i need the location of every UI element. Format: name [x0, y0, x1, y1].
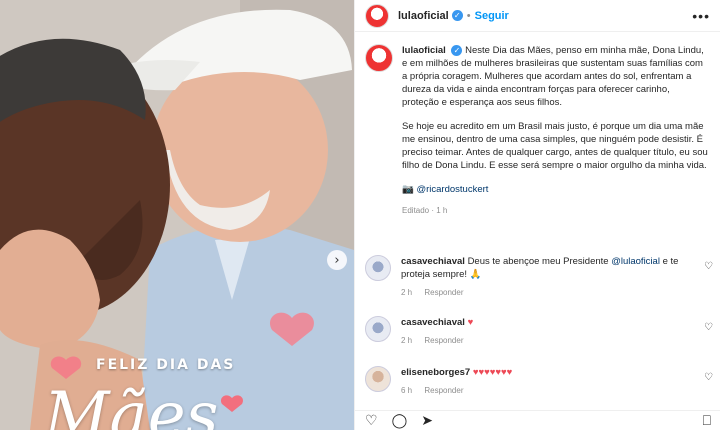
carousel-next-button[interactable]: › — [327, 250, 347, 270]
commenter-avatar[interactable] — [365, 366, 391, 392]
post-photo[interactable]: FELIZ DIA DAS Mães › — [0, 0, 354, 430]
post-header: lulaoficial ✓ • Seguir ••• — [355, 0, 720, 32]
commenter-username[interactable]: casavechiaval — [401, 317, 465, 328]
caption-paragraph-1: Neste Dia das Mães, penso em minha mãe, … — [402, 45, 704, 108]
comment-like-heart-icon[interactable]: ♡ — [704, 322, 713, 333]
comment-item: casavechiaval Deus te abençoe meu Presid… — [355, 255, 720, 299]
reply-button[interactable]: Responder — [424, 386, 463, 395]
photo-overlay-title: FELIZ DIA DAS — [96, 357, 236, 373]
caption-username[interactable]: lulaoficial — [402, 45, 446, 56]
post-actions-bar: ♡ ◯ ➤ ⎕ — [355, 410, 720, 430]
author-username[interactable]: lulaoficial — [398, 10, 449, 22]
verified-badge-icon: ✓ — [451, 45, 463, 56]
comment-time: 2 h — [401, 288, 413, 297]
comment-like-heart-icon[interactable]: ♡ — [704, 261, 713, 272]
camera-icon: 📷 — [402, 184, 414, 195]
post-caption-block: lulaoficial ✓ Neste Dia das Mães, penso … — [355, 32, 720, 217]
commenter-avatar[interactable] — [365, 316, 391, 342]
follow-button[interactable]: Seguir — [475, 10, 509, 22]
commenter-username[interactable]: eliseneborges7 — [401, 367, 470, 378]
comment-item: eliseneborges7 ♥♥♥♥♥♥♥ 6 h Responder ♡ — [355, 366, 720, 397]
more-options-icon[interactable]: ••• — [692, 8, 710, 24]
comment-like-heart-icon[interactable]: ♡ — [704, 372, 713, 383]
photo-overlay-script: Mães — [44, 379, 219, 430]
separator-dot: • — [466, 9, 471, 22]
comment-item: casavechiaval ♥ 2 h Responder ♡ — [355, 316, 720, 347]
photo-credit: 📷 @ricardostuckert — [402, 183, 708, 196]
author-avatar[interactable] — [365, 3, 389, 28]
post-caption: lulaoficial ✓ Neste Dia das Mães, penso … — [402, 44, 708, 217]
comment-text: ♥♥♥♥♥♥♥ — [472, 367, 513, 378]
comment-icon[interactable]: ◯ — [392, 413, 408, 429]
reply-button[interactable]: Responder — [424, 336, 463, 345]
chevron-right-icon: › — [334, 252, 340, 268]
share-icon[interactable]: ➤ — [421, 413, 433, 429]
comment-time: 2 h — [401, 336, 413, 345]
photo-credit-mention[interactable]: @ricardostuckert — [416, 184, 488, 195]
reply-button[interactable]: Responder — [424, 288, 463, 297]
caption-author-avatar[interactable] — [365, 44, 393, 72]
caption-meta: Editado · 1 h — [402, 206, 448, 215]
bookmark-icon[interactable]: ⎕ — [703, 413, 711, 429]
commenter-username[interactable]: casavechiaval — [401, 256, 465, 267]
verified-badge-icon: ✓ — [451, 10, 463, 21]
commenter-avatar[interactable] — [365, 255, 391, 281]
comment-mention[interactable]: @lulaoficial — [611, 256, 660, 267]
comment-text: Deus te abençoe meu Presidente — [467, 256, 609, 267]
post-sidebar: lulaoficial ✓ • Seguir ••• lulaoficial ✓… — [354, 0, 720, 430]
comment-time: 6 h — [401, 386, 413, 395]
comment-text: ♥ — [467, 317, 474, 328]
heart-icon[interactable]: ♡ — [365, 413, 378, 429]
caption-paragraph-2: Se hoje eu acredito em um Brasil mais ju… — [402, 121, 708, 171]
